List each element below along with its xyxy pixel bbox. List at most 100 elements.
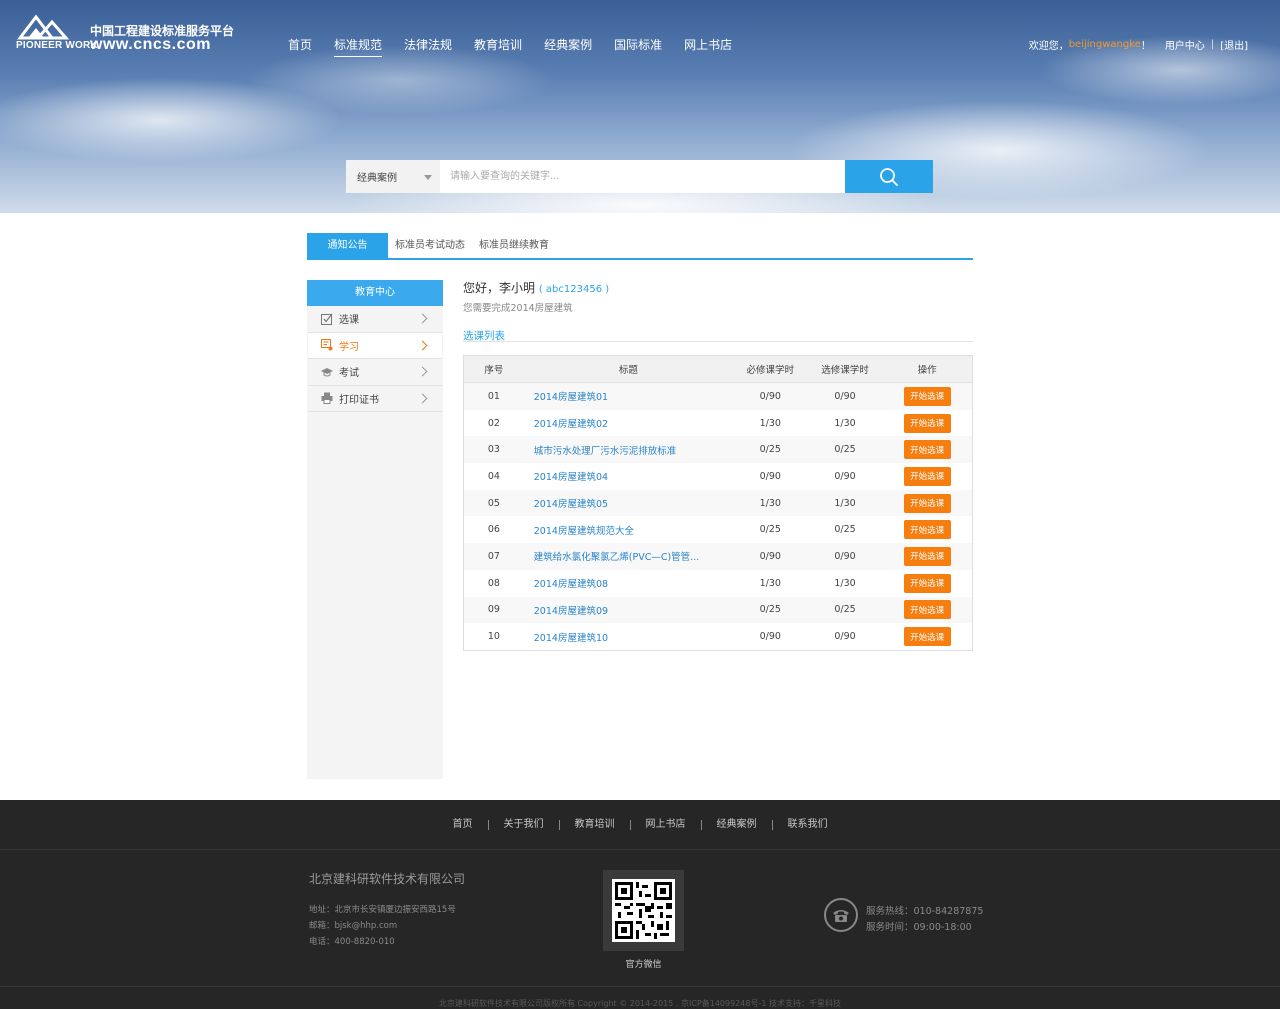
start-course-button[interactable]: 开始选课 — [903, 600, 951, 620]
table-header: 序号 标题 必修课学时 选修课学时 操作 — [464, 356, 972, 383]
main-nav: 首页 标准规范 法律法规 教育培训 经典案例 国际标准 网上书店 — [288, 36, 754, 57]
start-course-button[interactable]: 开始选课 — [903, 520, 951, 540]
sidebar-item-label: 考试 — [339, 368, 359, 380]
sidebar-item-exam[interactable]: 考试 — [308, 359, 442, 386]
qr-code-icon — [612, 879, 675, 942]
start-course-button[interactable]: 开始选课 — [903, 413, 951, 433]
cell-no: 06 — [487, 524, 500, 536]
header-required-hours: 必修课学时 — [746, 365, 795, 376]
sidebar-item-label: 选课 — [339, 315, 359, 327]
cell-required: 0/25 — [759, 524, 781, 536]
course-link[interactable]: 2014房屋建筑05 — [524, 496, 733, 510]
chevron-right-icon — [417, 340, 428, 350]
table-row: 10 2014房屋建筑10 0/90 0/90 开始选课 — [464, 623, 972, 650]
header-elective-hours: 选修课学时 — [821, 365, 869, 376]
footer: 首页 关于我们 教育培训 网上书店 经典案例 联系我们 北京建科研软件技术有限公… — [0, 800, 1280, 1009]
start-course-button[interactable]: 开始选课 — [903, 466, 951, 486]
section-title: 选课列表 — [463, 330, 973, 342]
course-table: 序号 标题 必修课学时 选修课学时 操作 01 2014房屋建筑01 0/90 … — [463, 355, 973, 651]
user-center-link[interactable]: 用户中心 — [1165, 37, 1205, 52]
footer-link-about[interactable]: 关于我们 — [489, 819, 560, 830]
footer-link-home[interactable]: 首页 — [438, 819, 489, 830]
cell-required: 0/90 — [759, 390, 781, 402]
sidebar-item-study[interactable]: 学习 — [308, 332, 442, 359]
user-bar: 欢迎您， beijingwangke ！ 用户中心 | [退出] — [1029, 37, 1248, 52]
cell-action: 开始选课 — [882, 493, 972, 513]
nav-international[interactable]: 国际标准 — [614, 36, 662, 57]
search-button[interactable] — [845, 160, 933, 193]
cell-no: 01 — [487, 390, 500, 402]
logout-link[interactable]: [退出] — [1220, 37, 1248, 52]
course-link[interactable]: 2014房屋建筑规范大全 — [524, 523, 733, 537]
cell-required: 0/90 — [759, 631, 781, 643]
start-course-button[interactable]: 开始选课 — [903, 546, 951, 566]
tab-exam-news[interactable]: 标准员考试动态 — [388, 233, 472, 258]
course-link[interactable]: 城市污水处理厂污水污泥排放标准 — [524, 443, 733, 457]
username[interactable]: beijingwangke — [1069, 39, 1141, 50]
welcome-text: 欢迎您， — [1028, 41, 1069, 52]
footer-phone: 电话：400-8820-010 — [309, 937, 395, 947]
course-link[interactable]: 2014房屋建筑01 — [524, 389, 733, 403]
logo-mountain-icon — [16, 14, 70, 40]
cell-no: 10 — [487, 631, 500, 643]
logo-english: PIONEER WORK — [16, 40, 98, 51]
nav-bookstore[interactable]: 网上书店 — [684, 36, 732, 57]
footer-link-bookstore[interactable]: 网上书店 — [631, 819, 702, 830]
table-row: 02 2014房屋建筑02 1/30 1/30 开始选课 — [464, 410, 972, 437]
cell-action: 开始选课 — [882, 600, 972, 620]
table-row: 08 2014房屋建筑08 1/30 1/30 开始选课 — [464, 570, 972, 597]
education-sidebar: 教育中心 选课 学习 考试 打印证书 — [307, 280, 443, 779]
cell-required: 1/30 — [759, 577, 781, 589]
chevron-right-icon — [417, 313, 428, 324]
cell-required: 0/90 — [759, 470, 781, 482]
course-link[interactable]: 2014房屋建筑02 — [524, 416, 733, 430]
course-link[interactable]: 2014房屋建筑04 — [524, 469, 733, 483]
nav-home[interactable]: 首页 — [288, 36, 312, 57]
table-row: 09 2014房屋建筑09 0/25 0/25 开始选课 — [464, 596, 972, 624]
sidebar-item-print-certificate[interactable]: 打印证书 — [308, 386, 442, 412]
start-course-button[interactable]: 开始选课 — [903, 440, 951, 460]
chevron-right-icon — [417, 393, 428, 403]
course-link[interactable]: 建筑给水氯化聚氯乙烯(PVC—C)管管... — [524, 549, 733, 563]
start-course-button[interactable]: 开始选课 — [903, 627, 951, 647]
cell-action: 开始选课 — [882, 413, 972, 433]
search-input[interactable] — [440, 160, 845, 193]
footer-link-cases[interactable]: 经典案例 — [702, 819, 773, 830]
search-icon — [880, 167, 898, 186]
site-logo[interactable]: PIONEER WORK 中国工程建设标准服务平台 www.cncs.com — [16, 14, 246, 54]
course-link[interactable]: 2014房屋建筑09 — [524, 603, 733, 617]
footer-link-education[interactable]: 教育培训 — [560, 819, 631, 830]
cell-elective: 0/25 — [834, 524, 856, 536]
sidebar-item-course-select[interactable]: 选课 — [308, 306, 442, 333]
search-category-select[interactable]: 经典案例 — [346, 160, 440, 193]
chevron-down-icon — [424, 175, 432, 180]
cell-elective: 0/90 — [834, 390, 856, 402]
tab-continuing-education[interactable]: 标准员继续教育 — [472, 233, 556, 258]
cell-action: 开始选课 — [882, 440, 972, 460]
start-course-button[interactable]: 开始选课 — [903, 386, 951, 406]
telephone-icon — [824, 898, 858, 932]
tab-notice[interactable]: 通知公告 — [307, 233, 388, 258]
nav-standards[interactable]: 标准规范 — [334, 36, 383, 57]
course-link[interactable]: 2014房屋建筑10 — [524, 630, 733, 644]
nav-laws[interactable]: 法律法规 — [404, 36, 452, 57]
cell-elective: 1/30 — [834, 417, 856, 429]
qr-label: 官方微信 — [625, 960, 662, 970]
cell-action: 开始选课 — [882, 386, 972, 406]
nav-cases[interactable]: 经典案例 — [544, 36, 592, 57]
cell-no: 05 — [487, 497, 500, 509]
table-row: 06 2014房屋建筑规范大全 0/25 0/25 开始选课 — [464, 516, 972, 543]
footer-nav: 首页 关于我们 教育培训 网上书店 经典案例 联系我们 — [0, 800, 1280, 850]
cell-no: 08 — [487, 577, 500, 589]
chevron-right-icon — [417, 366, 428, 377]
cell-no: 09 — [487, 604, 500, 616]
nav-education[interactable]: 教育培训 — [474, 36, 522, 57]
cell-action: 开始选课 — [882, 466, 972, 486]
course-link[interactable]: 2014房屋建筑08 — [524, 576, 733, 590]
cell-required: 0/90 — [759, 550, 781, 562]
start-course-button[interactable]: 开始选课 — [903, 493, 951, 513]
start-course-button[interactable]: 开始选课 — [903, 573, 951, 593]
cell-required: 0/25 — [759, 604, 781, 616]
study-icon — [321, 339, 333, 351]
footer-link-contact[interactable]: 联系我们 — [773, 819, 843, 830]
